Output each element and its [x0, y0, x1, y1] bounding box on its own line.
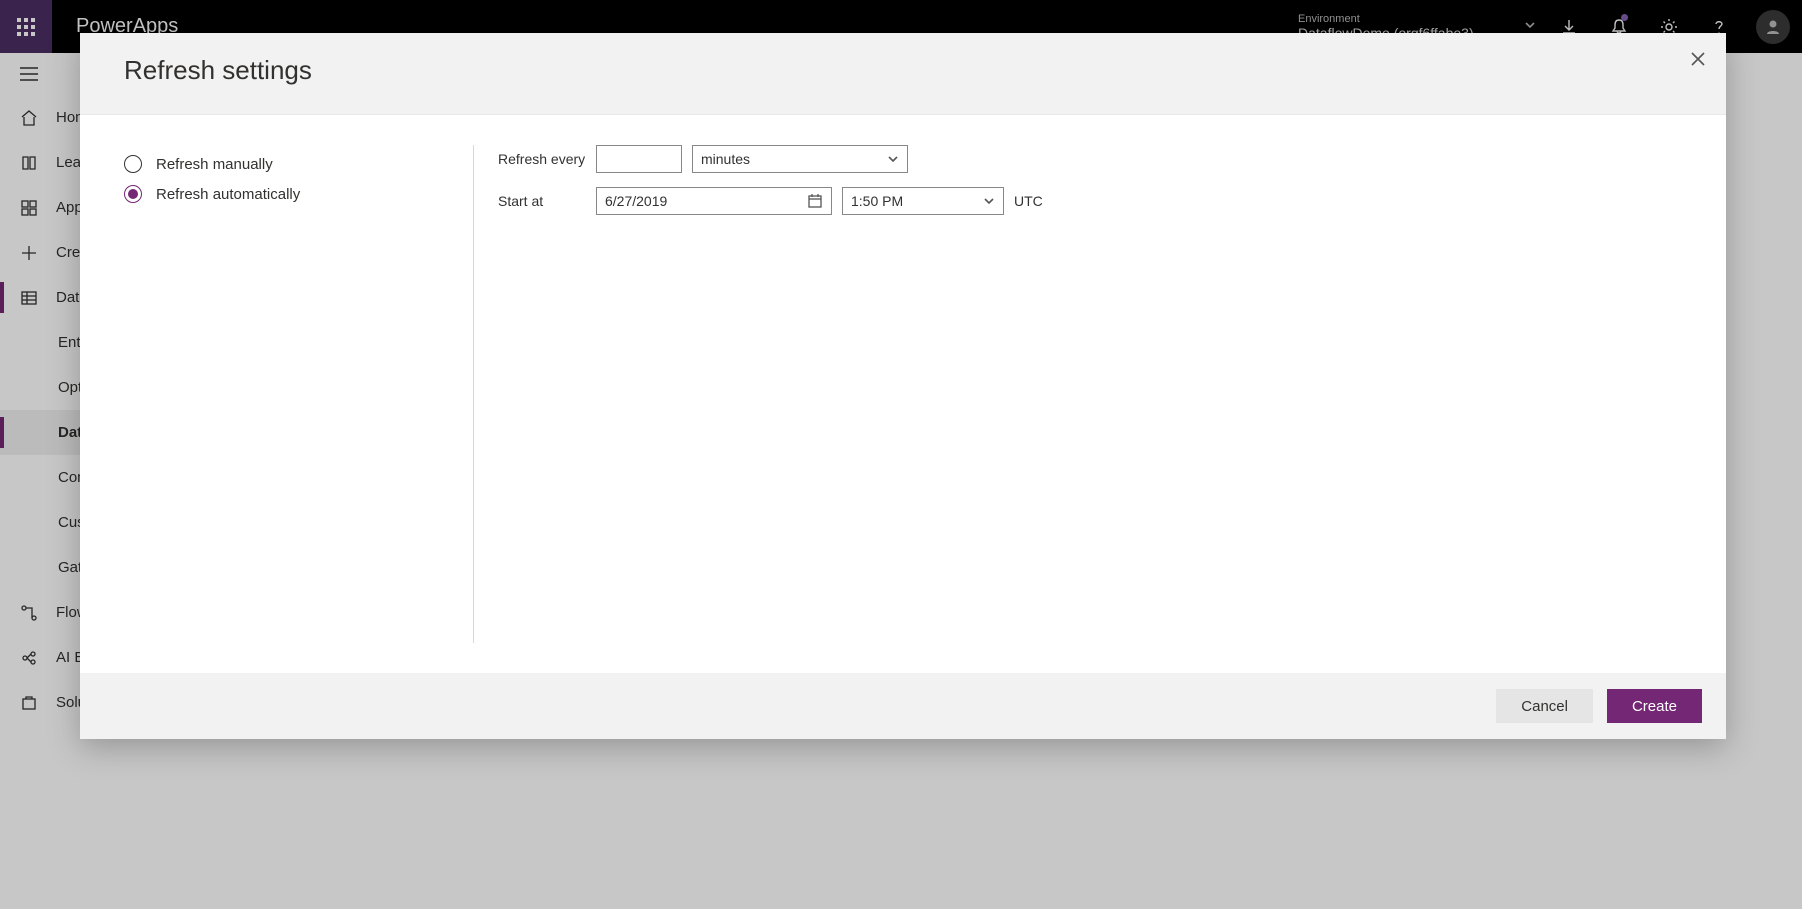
refresh-settings-modal: Power Query Refresh settings Refresh man… [80, 33, 1726, 739]
radio-label: Refresh automatically [156, 186, 300, 203]
radio-icon [124, 155, 142, 173]
chevron-down-icon [983, 195, 995, 207]
refresh-every-input[interactable] [596, 145, 682, 173]
create-button[interactable]: Create [1607, 689, 1702, 723]
close-icon [1691, 52, 1705, 66]
chevron-down-icon [887, 153, 899, 165]
close-button[interactable] [1686, 47, 1710, 71]
select-value: minutes [701, 151, 750, 167]
cancel-button[interactable]: Cancel [1496, 689, 1593, 723]
refresh-every-label: Refresh every [498, 151, 586, 167]
radio-refresh-manually[interactable]: Refresh manually [124, 149, 473, 179]
start-time-select[interactable]: 1:50 PM [842, 187, 1004, 215]
select-value: 1:50 PM [851, 193, 903, 209]
radio-icon [124, 185, 142, 203]
start-at-label: Start at [498, 193, 586, 209]
modal-title: Refresh settings [124, 55, 1682, 86]
date-value: 6/27/2019 [605, 193, 667, 209]
radio-label: Refresh manually [156, 156, 273, 173]
calendar-icon [807, 193, 823, 209]
refresh-unit-select[interactable]: minutes [692, 145, 908, 173]
start-date-picker[interactable]: 6/27/2019 [596, 187, 832, 215]
timezone-label: UTC [1014, 193, 1043, 209]
radio-refresh-automatically[interactable]: Refresh automatically [124, 179, 473, 209]
